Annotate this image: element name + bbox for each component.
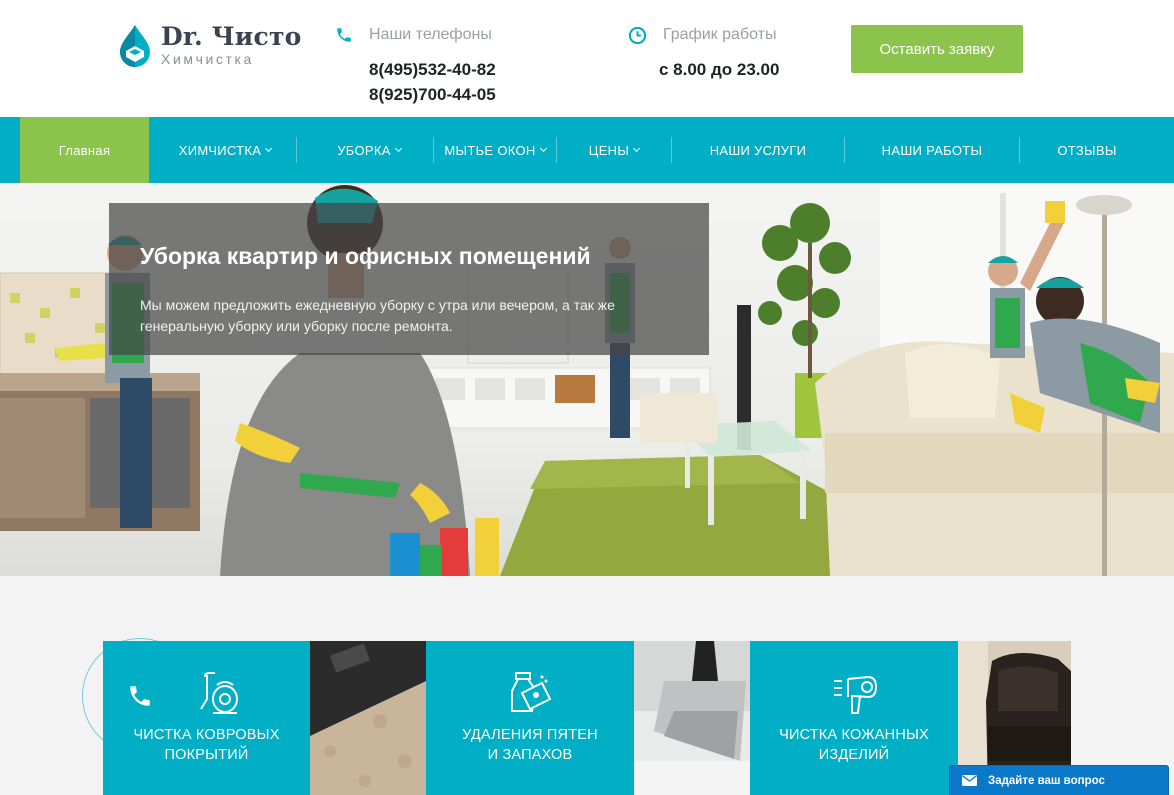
nav-item-label: МЫТЬЕ ОКОН (444, 142, 536, 158)
nav-item-our-works[interactable]: НАШИ РАБОТЫ (845, 117, 1019, 183)
nav-item-prices[interactable]: ЦЕНЫ (557, 117, 671, 183)
hours-value: с 8.00 до 23.00 (659, 60, 780, 79)
carpet-photo (310, 641, 426, 795)
main-nav: Главная ХИМЧИСТКА УБОРКА МЫТЬЕ ОКОН ЦЕНЫ… (0, 117, 1174, 183)
chevron-down-icon (265, 144, 273, 152)
nav-item-label: ОТЗЫВЫ (1057, 142, 1117, 158)
vacuum-cleaner-icon (199, 672, 238, 714)
phone-number-1[interactable]: 8(495)532-40-82 (369, 60, 496, 80)
spray-cleaning-icon (511, 672, 552, 712)
hours-label: График работы (663, 26, 777, 43)
phone-icon (337, 28, 351, 42)
nav-divider (296, 137, 297, 163)
nav-item-label: Главная (58, 142, 111, 158)
service-card-label: ЧИСТКА КОЖАННЫХ ИЗДЕЛИЙ (750, 725, 958, 765)
header: Dr. Чисто Химчистка Наши телефоны 8(495)… (0, 0, 1174, 117)
leave-request-button[interactable]: Оставить заявку (851, 25, 1023, 73)
clock-icon (628, 26, 647, 45)
nav-item-label: НАШИ РАБОТЫ (881, 142, 983, 158)
nav-item-home[interactable]: Главная (20, 117, 149, 183)
stain-removal-photo (634, 641, 750, 795)
ask-question-label: Задайте ваш вопрос (988, 774, 1105, 787)
service-label-line: УДАЛЕНИЯ ПЯТЕН (462, 727, 598, 743)
nav-item-our-services[interactable]: НАШИ УСЛУГИ (672, 117, 844, 183)
nav-item-label: ЦЕНЫ (588, 142, 630, 158)
service-label-line: И ЗАПАХОВ (487, 747, 573, 763)
hero-title: Уборка квартир и офисных помещений (140, 243, 591, 269)
nav-item-label: УБОРКА (337, 142, 391, 158)
hero-banner: Уборка квартир и офисных помещений Мы мо… (0, 183, 1174, 576)
nav-item-dry-cleaning[interactable]: ХИМЧИСТКА (163, 117, 287, 183)
nav-item-label: ХИМЧИСТКА (178, 142, 262, 158)
hair-dryer-icon (834, 675, 878, 714)
hero-caption: Уборка квартир и офисных помещений Мы мо… (109, 203, 709, 355)
service-label-line: ЧИСТКА КОЖАННЫХ (779, 727, 929, 743)
brand-name: Dr. Чисто (161, 22, 302, 51)
service-label-line: ИЗДЕЛИЙ (818, 747, 890, 763)
stain-extractor-image (634, 641, 750, 795)
brand-tagline: Химчистка (161, 51, 254, 67)
chevron-down-icon (394, 144, 402, 152)
chevron-down-icon (633, 144, 641, 152)
carpet-vacuum-image (310, 641, 426, 795)
envelope-icon (962, 775, 977, 786)
service-card-leather[interactable]: ЧИСТКА КОЖАННЫХ ИЗДЕЛИЙ (750, 641, 958, 795)
ask-question-widget[interactable]: Задайте ваш вопрос (949, 765, 1169, 795)
water-drop-logo-icon (120, 25, 150, 67)
nav-item-cleaning[interactable]: УБОРКА (305, 117, 433, 183)
logo[interactable]: Dr. Чисто Химчистка (117, 20, 301, 70)
phone-icon (130, 686, 150, 706)
nav-item-label: НАШИ УСЛУГИ (709, 142, 807, 158)
nav-item-window-washing[interactable]: МЫТЬЕ ОКОН (434, 117, 556, 183)
nav-item-reviews[interactable]: ОТЗЫВЫ (1020, 117, 1154, 183)
phone-number-2[interactable]: 8(925)700-44-05 (369, 85, 496, 105)
page: Dr. Чисто Химчистка Наши телефоны 8(495)… (0, 0, 1174, 795)
hero-text: Мы можем предложить ежедневную уборку с … (140, 297, 615, 334)
service-card-label: УДАЛЕНИЯ ПЯТЕН И ЗАПАХОВ (426, 725, 634, 765)
chevron-down-icon (539, 144, 547, 152)
service-card-stains[interactable]: УДАЛЕНИЯ ПЯТЕН И ЗАПАХОВ (426, 641, 634, 795)
callback-button[interactable] (108, 664, 172, 728)
phones-label: Наши телефоны (369, 26, 492, 43)
